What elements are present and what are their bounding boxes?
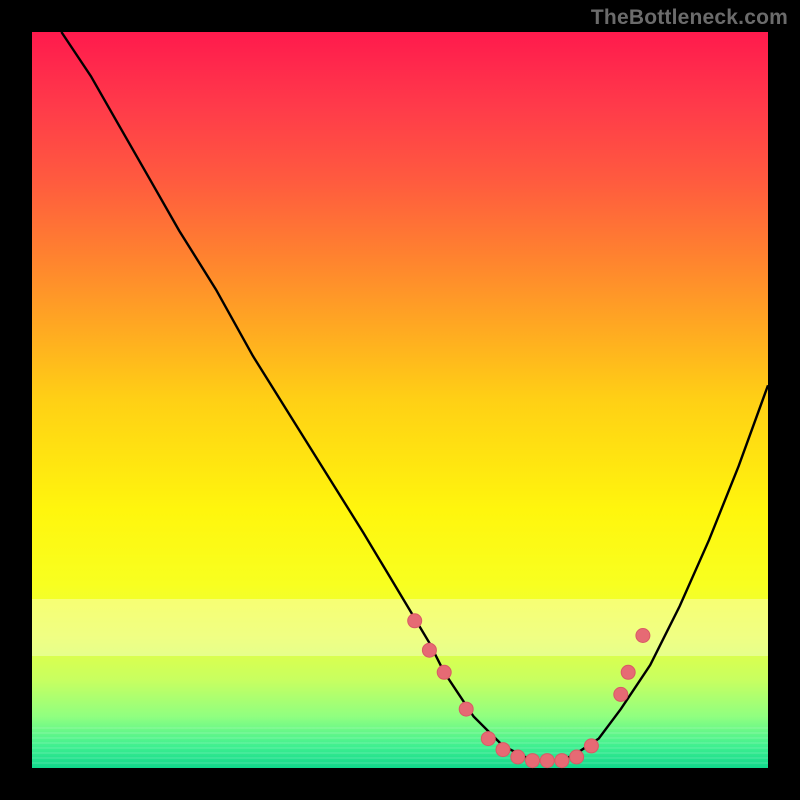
curve-marker — [459, 702, 473, 716]
curve-marker — [511, 750, 525, 764]
curve-marker — [496, 743, 510, 757]
bottleneck-curve — [61, 32, 768, 761]
curve-marker — [555, 754, 569, 768]
chart-frame: TheBottleneck.com — [0, 0, 800, 800]
curve-layer — [32, 32, 768, 768]
curve-marker — [526, 754, 540, 768]
attribution-text: TheBottleneck.com — [591, 6, 788, 30]
curve-marker — [422, 643, 436, 657]
curve-marker — [408, 614, 422, 628]
plot-area — [32, 32, 768, 768]
marker-group — [408, 614, 650, 768]
curve-marker — [437, 665, 451, 679]
curve-marker — [481, 732, 495, 746]
curve-marker — [570, 750, 584, 764]
curve-marker — [621, 665, 635, 679]
curve-marker — [540, 754, 554, 768]
curve-marker — [584, 739, 598, 753]
curve-marker — [614, 687, 628, 701]
curve-marker — [636, 629, 650, 643]
